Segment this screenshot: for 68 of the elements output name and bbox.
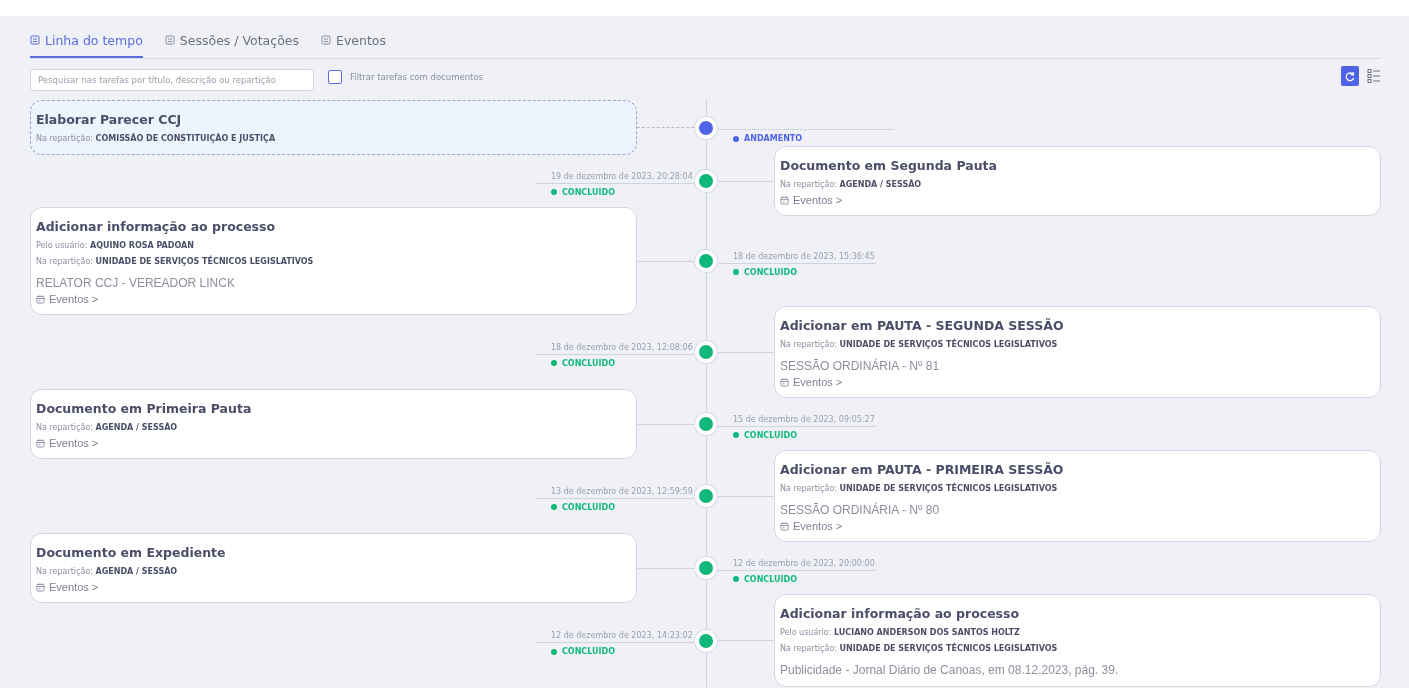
tab-icon xyxy=(30,35,40,45)
timeline-node xyxy=(695,557,717,579)
task-detail: Na repartição: UNIDADE DE SERVIÇOS TÉCNICOS LEGISLATIVOS xyxy=(36,255,315,268)
task-title: Elaborar Parecer CCJ xyxy=(36,112,183,127)
tab[interactable]: Sessões / Votações xyxy=(164,24,299,58)
status-label: CONCLUIDO xyxy=(536,183,694,197)
list-view-icon[interactable] xyxy=(1367,68,1381,84)
events-link[interactable]: Eventos > xyxy=(36,581,631,593)
status-label: CONCLUIDO xyxy=(718,426,876,440)
task-date: 18 de dezembro de 2023, 15:36:45 xyxy=(733,251,875,261)
task-date: 15 de dezembro de 2023, 09:05:27 xyxy=(733,414,875,424)
timeline-node xyxy=(695,170,717,192)
refresh-icon xyxy=(1345,70,1355,82)
timeline-node xyxy=(695,116,717,139)
status-label: CONCLUIDO xyxy=(536,354,694,368)
task-title: Adicionar em PAUTA - PRIMEIRA SESSÃO xyxy=(780,462,1065,477)
status-label: CONCLUIDO xyxy=(718,570,876,584)
tab[interactable]: Linha do tempo xyxy=(30,24,143,58)
task-date: 19 de dezembro de 2023, 20:28:04 xyxy=(551,171,693,181)
events-link[interactable]: Eventos > xyxy=(36,293,631,305)
tab-icon xyxy=(164,35,175,45)
timeline-node xyxy=(695,485,717,507)
task-description: SESSÃO ORDINÁRIA - Nº 81 xyxy=(780,359,941,373)
task-title: Adicionar em PAUTA - SEGUNDA SESSÃO xyxy=(780,318,1065,333)
task-detail: Na repartição: UNIDADE DE SERVIÇOS TÉCNICOS LEGISLATIVOS xyxy=(780,642,1059,655)
task-detail: Na repartição: UNIDADE DE SERVIÇOS TÉCNICOS LEGISLATIVOS xyxy=(780,482,1059,495)
status-label: CONCLUIDO xyxy=(536,498,694,512)
task-title: Documento em Segunda Pauta xyxy=(780,158,998,173)
task-date: 12 de dezembro de 2023, 14:23:02 xyxy=(551,631,693,640)
task-title: Documento em Expediente xyxy=(36,545,227,560)
timeline-node xyxy=(695,341,717,363)
task-detail: Pelo usuário: LUCIANO ANDERSON DOS SANTOS HOLTZ xyxy=(780,627,1021,639)
status-label: CONCLUIDO xyxy=(536,643,694,656)
task-date: 18 de dezembro de 2023, 12:08:06 xyxy=(551,342,693,352)
task-date: 12 de dezembro de 2023, 20:00:00 xyxy=(733,558,875,568)
task-description: Publicidade - Jornal Diário de Canoas, em 08.12.2023, pág. 39. xyxy=(780,663,1120,677)
timeline-node xyxy=(695,629,717,652)
timeline-node xyxy=(695,413,717,435)
task-detail: Pelo usuário: AQUINO ROSA PADOAN xyxy=(36,240,195,252)
events-link[interactable]: Eventos > xyxy=(780,520,1375,532)
status-label: ANDAMENTO xyxy=(718,130,893,143)
events-link[interactable]: Eventos > xyxy=(780,194,1375,206)
task-title: Adicionar informação ao processo xyxy=(36,219,277,234)
task-date: 13 de dezembro de 2023, 12:59:59 xyxy=(551,486,693,496)
calendar-icon xyxy=(780,521,789,531)
calendar-icon xyxy=(36,582,45,592)
status-label: CONCLUIDO xyxy=(718,263,876,277)
task-detail: Na repartição: AGENDA / SESSÃO xyxy=(780,178,923,191)
timeline-node xyxy=(695,250,717,272)
calendar-icon xyxy=(780,377,789,387)
task-detail: Na repartição: COMISSÃO DE CONSTITUIÇÃO E JUSTIÇA xyxy=(36,132,277,145)
events-link[interactable]: Eventos > xyxy=(780,376,1375,388)
search-field[interactable]: Pesquisar nas tarefas por título, descrição ou repartição xyxy=(30,69,314,91)
task-detail: Na repartição: AGENDA / SESSÃO xyxy=(36,565,179,578)
task-description: SESSÃO ORDINÁRIA - Nº 80 xyxy=(780,503,941,517)
events-link[interactable]: Eventos > xyxy=(36,437,631,449)
refresh-button[interactable] xyxy=(1341,66,1359,86)
tab[interactable]: Eventos xyxy=(321,24,386,58)
task-description: RELATOR CCJ - VEREADOR LINCK xyxy=(36,276,236,290)
task-detail: Na repartição: AGENDA / SESSÃO xyxy=(36,421,179,434)
calendar-icon xyxy=(36,294,45,304)
task-title: Documento em Primeira Pauta xyxy=(36,401,253,416)
tab-icon xyxy=(321,35,331,45)
task-title: Adicionar informação ao processo xyxy=(780,606,1021,621)
calendar-icon xyxy=(780,195,789,205)
filter-checkbox[interactable]: Filtrar tarefas com documentos xyxy=(328,70,483,84)
calendar-icon xyxy=(36,438,45,448)
task-detail: Na repartição: UNIDADE DE SERVIÇOS TÉCNICOS LEGISLATIVOS xyxy=(780,338,1059,351)
